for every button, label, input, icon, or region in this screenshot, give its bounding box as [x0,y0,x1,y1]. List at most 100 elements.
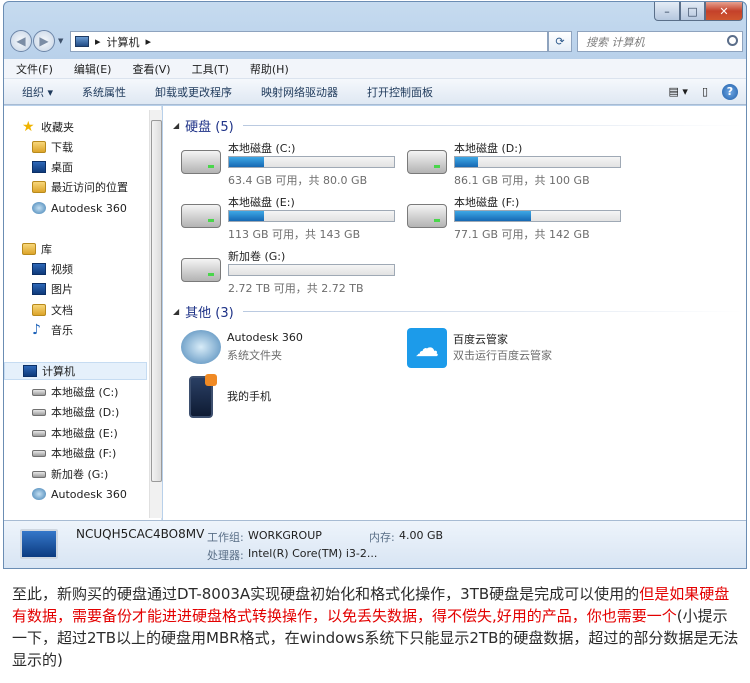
drive-usage-bar [228,210,395,222]
nav-item-pictures[interactable]: 图片 [32,280,73,298]
drive-info: 63.4 GB 可用，共 80.0 GB [228,174,368,187]
forward-button[interactable]: ▶ [33,30,55,52]
nav-item-label: 本地磁盘 (F:) [51,447,117,460]
minimize-button[interactable]: – [654,2,680,21]
nav-item-drive-c[interactable]: 本地磁盘 (C:) [32,383,118,401]
organize-button[interactable]: 组织 ▾ [4,84,64,100]
breadcrumb-separator-2[interactable]: ▸ [146,35,152,48]
section-other[interactable]: ◢ 其他 (3) [173,302,743,321]
menu-view[interactable]: 查看(V) [120,61,179,77]
drive-usage-fill [229,157,264,167]
caption-text: 至此，新购买的硬盘通过DT-8003A实现硬盘初始化和格式化操作，3TB硬盘是完… [12,583,742,671]
nav-computer[interactable]: 计算机 [4,362,147,380]
close-button[interactable]: ✕ [705,2,743,21]
section-hard-drives[interactable]: ◢ 硬盘 (5) [173,116,743,135]
collapse-triangle-icon[interactable]: ◢ [173,121,179,130]
menu-bar: 文件(F) 编辑(E) 查看(V) 工具(T) 帮助(H) [4,59,746,79]
nav-favorites-label: 收藏夹 [41,121,74,134]
autodesk-360-icon [32,202,46,214]
refresh-button[interactable]: ⟳ [548,31,572,52]
uninstall-program-button[interactable]: 卸载或更改程序 [137,84,243,100]
menu-edit[interactable]: 编辑(E) [62,61,121,77]
nav-item-drive-d[interactable]: 本地磁盘 (D:) [32,403,119,421]
address-bar[interactable]: ▸ 计算机 ▸ [70,31,548,52]
drive-item-d[interactable]: 本地磁盘 (D:) 86.1 GB 可用，共 100 GB [407,140,627,190]
other-item-name: 百度云管家 [453,333,508,346]
open-control-panel-button[interactable]: 打开控制面板 [349,84,444,100]
drive-info: 77.1 GB 可用，共 142 GB [454,228,590,241]
navigation-pane: ★ 收藏夹 下载 桌面 最近访问的位置 Autodesk 360 库 视频 图片… [4,106,162,520]
nav-scrollbar[interactable] [149,110,162,518]
drive-name: 本地磁盘 (E:) [228,196,295,209]
hard-drive-icon [407,150,447,174]
caption-part-1: 至此，新购买的硬盘通过DT-8003A实现硬盘初始化和格式化操作，3TB硬盘是完… [12,585,640,603]
details-pane: NCUQH5CAC4BO8MV 工作组: WORKGROUP 内存: 4.00 … [4,520,746,568]
menu-file[interactable]: 文件(F) [4,61,62,77]
drive-usage-bar [228,264,395,276]
system-properties-button[interactable]: 系统属性 [64,84,137,100]
search-icon[interactable] [727,35,738,46]
preview-pane-icon[interactable]: ▯ [702,85,708,98]
drive-usage-bar [228,156,395,168]
nav-item-desktop[interactable]: 桌面 [32,158,73,176]
breadcrumb-computer[interactable]: 计算机 [107,34,140,50]
map-network-drive-button[interactable]: 映射网络驱动器 [243,84,349,100]
phone-badge-icon [205,374,217,386]
nav-item-documents[interactable]: 文档 [32,301,73,319]
drive-usage-fill [229,211,264,221]
drive-item-c[interactable]: 本地磁盘 (C:) 63.4 GB 可用，共 80.0 GB [181,140,401,190]
computer-icon [23,365,37,377]
autodesk-360-icon [181,330,221,364]
nav-scrollbar-thumb[interactable] [151,120,162,482]
cpu-value: Intel(R) Core(TM) i3-2... [248,547,378,560]
address-row: ◀ ▶ ▼ ▸ 计算机 ▸ ⟳ 搜索 计算机 [4,27,746,57]
workgroup-value: WORKGROUP [248,529,322,542]
nav-item-label: 本地磁盘 (E:) [51,427,118,440]
nav-item-videos[interactable]: 视频 [32,260,73,278]
drive-info: 113 GB 可用，共 143 GB [228,228,361,241]
menu-help[interactable]: 帮助(H) [238,61,298,77]
nav-item-label: 新加卷 (G:) [51,468,109,481]
hard-drive-icon [181,150,221,174]
nav-item-label: Autodesk 360 [51,201,127,215]
downloads-folder-icon [32,141,46,153]
search-placeholder: 搜索 计算机 [586,35,645,49]
drive-icon [32,408,46,416]
title-bar: – □ ✕ [4,2,746,26]
nav-item-recent-places[interactable]: 最近访问的位置 [32,178,128,196]
nav-item-music[interactable]: ♪ 音乐 [32,321,73,339]
other-item-baidu-cloud[interactable]: ☁ 百度云管家 双击运行百度云管家 [407,328,627,372]
help-icon[interactable]: ? [722,83,738,100]
change-view-icon[interactable]: ▤ ▾ [669,85,688,98]
breadcrumb-separator[interactable]: ▸ [95,35,101,48]
other-item-name: 我的手机 [227,390,271,403]
section-divider [243,125,743,126]
nav-libraries[interactable]: 库 [22,240,52,258]
other-item-autodesk-360[interactable]: Autodesk 360 系统文件夹 [181,328,381,372]
nav-item-downloads[interactable]: 下载 [32,138,73,156]
memory-label: 内存: [369,531,395,544]
nav-favorites[interactable]: ★ 收藏夹 [22,118,74,136]
history-dropdown-icon[interactable]: ▼ [58,37,63,45]
nav-item-drive-f[interactable]: 本地磁盘 (F:) [32,444,116,462]
collapse-triangle-icon[interactable]: ◢ [173,307,179,316]
menu-tools[interactable]: 工具(T) [180,61,238,77]
nav-item-label: 图片 [51,283,73,296]
other-item-my-phone[interactable]: 我的手机 [187,374,387,418]
drive-icon [32,470,46,478]
autodesk-360-icon [32,488,46,500]
computer-name: NCUQH5CAC4BO8MV [76,527,205,541]
drive-item-g[interactable]: 新加卷 (G:) 2.72 TB 可用，共 2.72 TB [181,248,401,298]
desktop-icon [32,161,46,173]
maximize-button[interactable]: □ [680,2,705,21]
nav-item-autodesk-360-computer[interactable]: Autodesk 360 [32,485,127,503]
nav-item-drive-e[interactable]: 本地磁盘 (E:) [32,424,118,442]
nav-item-autodesk-360[interactable]: Autodesk 360 [32,199,127,217]
nav-item-label: 音乐 [51,324,73,337]
nav-item-drive-g[interactable]: 新加卷 (G:) [32,465,108,483]
drive-item-f[interactable]: 本地磁盘 (F:) 77.1 GB 可用，共 142 GB [407,194,627,244]
back-button[interactable]: ◀ [10,30,32,52]
documents-icon [32,304,46,316]
drive-item-e[interactable]: 本地磁盘 (E:) 113 GB 可用，共 143 GB [181,194,401,244]
search-input[interactable]: 搜索 计算机 [577,31,743,52]
